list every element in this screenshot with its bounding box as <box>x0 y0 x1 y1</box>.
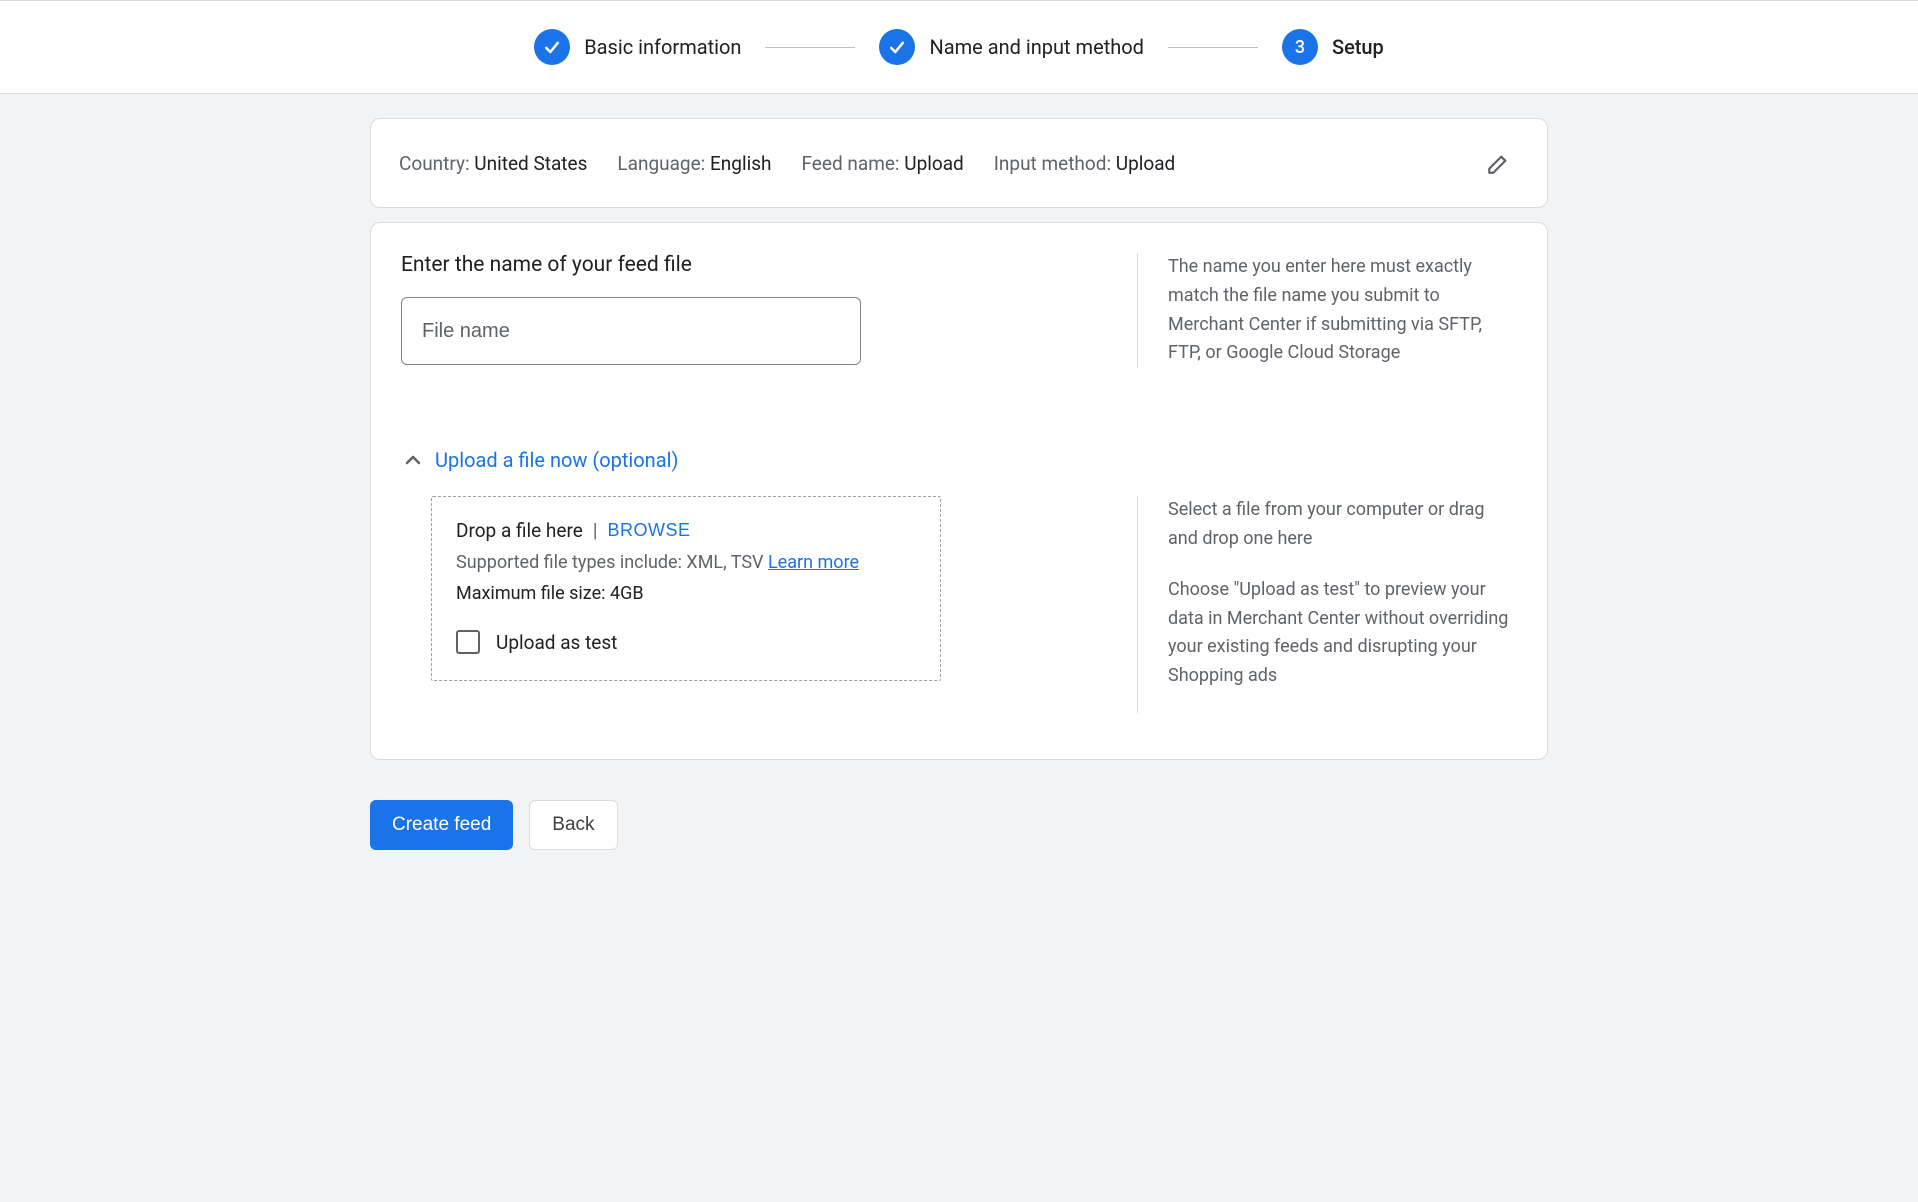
supported-types-text: Supported file types include: XML, TSV <box>456 552 768 573</box>
chevron-up-icon <box>401 448 425 472</box>
stepper: Basic information Name and input method … <box>0 0 1918 94</box>
step-name-input-method[interactable]: Name and input method <box>879 29 1143 65</box>
browse-button[interactable]: BROWSE <box>607 520 690 541</box>
setup-card: Enter the name of your feed file The nam… <box>370 222 1548 760</box>
step-setup[interactable]: 3 Setup <box>1282 29 1384 65</box>
edit-summary-button[interactable] <box>1479 143 1519 183</box>
filename-heading: Enter the name of your feed file <box>401 253 1097 277</box>
pencil-icon <box>1486 150 1512 176</box>
step-connector <box>765 47 855 48</box>
create-feed-button[interactable]: Create feed <box>370 800 513 850</box>
upload-now-label: Upload a file now (optional) <box>435 448 678 472</box>
file-dropzone[interactable]: Drop a file here | BROWSE Supported file… <box>431 496 941 681</box>
upload-now-toggle[interactable]: Upload a file now (optional) <box>371 448 1547 472</box>
summary-language: Language: English <box>617 152 771 175</box>
step-label: Setup <box>1332 35 1384 59</box>
step-connector <box>1168 47 1258 48</box>
filename-help-text: The name you enter here must exactly mat… <box>1137 253 1517 368</box>
step-basic-information[interactable]: Basic information <box>534 29 741 65</box>
checkmark-icon <box>879 29 915 65</box>
summary-country: Country: United States <box>399 152 587 175</box>
summary-input-method: Input method: Upload <box>994 152 1176 175</box>
step-label: Basic information <box>584 35 741 59</box>
back-button[interactable]: Back <box>529 800 617 850</box>
upload-as-test-checkbox[interactable]: Upload as test <box>456 630 916 654</box>
separator: | <box>593 519 598 542</box>
drop-text: Drop a file here <box>456 519 583 542</box>
checkmark-icon <box>534 29 570 65</box>
upload-as-test-label: Upload as test <box>496 631 617 654</box>
summary-feed-name: Feed name: Upload <box>801 152 963 175</box>
max-filesize-text: Maximum file size: 4GB <box>456 583 916 604</box>
upload-help-1: Select a file from your computer or drag… <box>1168 496 1517 554</box>
filename-input[interactable] <box>401 297 861 365</box>
feed-summary-card: Country: United States Language: English… <box>370 118 1548 208</box>
step-label: Name and input method <box>929 35 1143 59</box>
step-number-badge: 3 <box>1282 29 1318 65</box>
learn-more-link[interactable]: Learn more <box>768 552 859 573</box>
checkbox-icon <box>456 630 480 654</box>
upload-help-2: Choose "Upload as test" to preview your … <box>1168 576 1517 691</box>
